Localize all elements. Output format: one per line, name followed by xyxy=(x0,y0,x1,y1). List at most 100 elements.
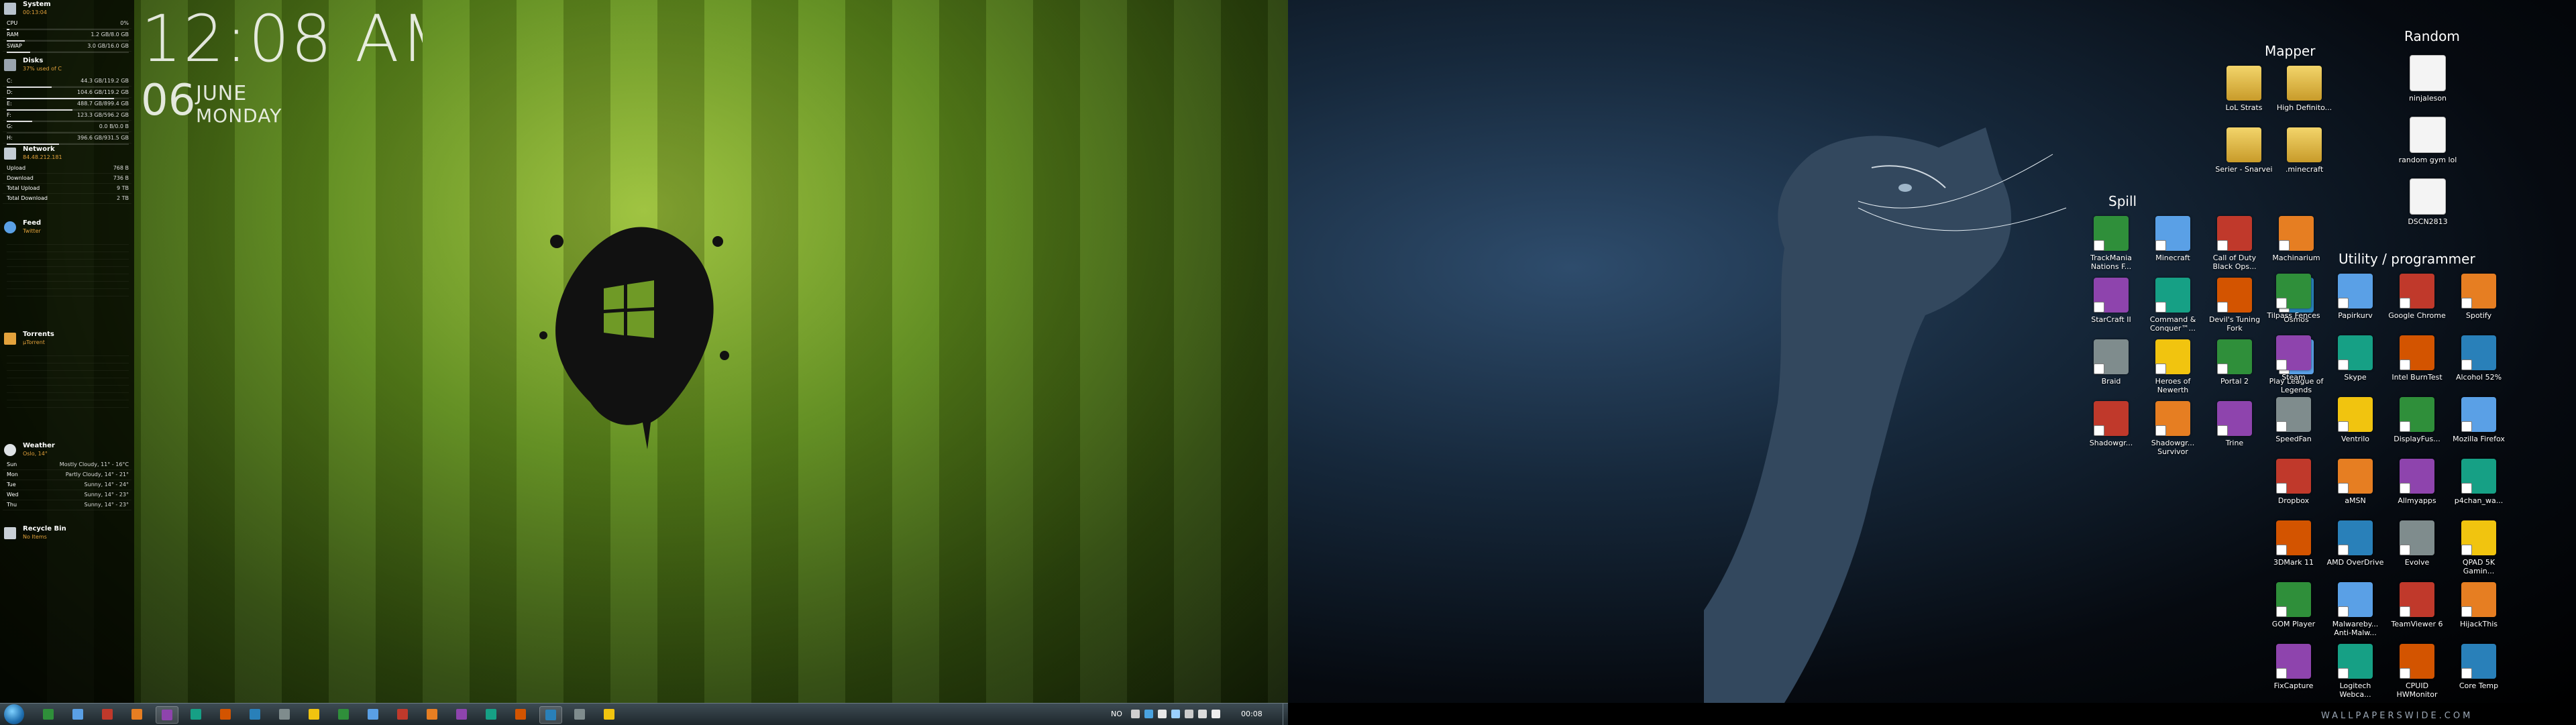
desktop-icon-amsn[interactable]: aMSN xyxy=(2325,459,2385,505)
language-indicator[interactable]: NO xyxy=(1111,710,1122,718)
icon-label: Steam xyxy=(2282,373,2306,382)
desktop-icon-speedfan[interactable]: SpeedFan xyxy=(2263,397,2324,443)
desktop-icon-high-definito[interactable]: High Definito... xyxy=(2274,66,2334,112)
desktop-icon-steam[interactable]: Steam xyxy=(2263,335,2324,382)
desktop-icon-portal-2[interactable]: Portal 2 xyxy=(2204,339,2265,386)
desktop-icon-devil-s-tuning-fork[interactable]: Devil's Tuning Fork xyxy=(2204,278,2265,333)
desktop-icon-papirkurv[interactable]: Papirkurv xyxy=(2325,274,2385,320)
taskbar-app-settings[interactable] xyxy=(598,706,620,722)
braid-icon xyxy=(2094,339,2129,374)
desktop-icon-malwareby-anti-malw[interactable]: Malwareby... Anti-Malw... xyxy=(2325,582,2385,637)
desktop-icon-p4chan-wa[interactable]: p4chan_wa... xyxy=(2449,459,2509,505)
desktop-icon-starcraft-ii[interactable]: StarCraft II xyxy=(2081,278,2141,324)
desktop-icon-spotify[interactable]: Spotify xyxy=(2449,274,2509,320)
desktop-icon-qpad-5k-gamin[interactable]: QPAD 5K Gamin... xyxy=(2449,520,2509,575)
stat-row: D: 104.6 GB/119.2 GB xyxy=(3,88,131,98)
taskbar-app-google-chrome[interactable] xyxy=(67,706,89,722)
desktop-icon-minecraft[interactable]: .minecraft xyxy=(2274,127,2334,174)
desktop-icon-ventrilo[interactable]: Ventrilo xyxy=(2325,397,2385,443)
taskbar-app-spotify[interactable] xyxy=(451,706,472,722)
desktop-icon-amd-overdrive[interactable]: AMD OverDrive xyxy=(2325,520,2385,567)
taskbar-app-firefox[interactable] xyxy=(97,706,118,722)
sidebar: System 00:13:04 CPU 0% RAM 1.2 GB/8.0 GB SWA… xyxy=(0,0,134,703)
desktop-icon-tilpass-fences[interactable]: Tilpass Fences xyxy=(2263,274,2324,320)
taskbar-app-sidebar[interactable] xyxy=(126,706,148,722)
icon-label: Papirkurv xyxy=(2338,311,2373,320)
desktop-icon-command-conquer[interactable]: Command & Conquer™... xyxy=(2143,278,2203,333)
show-desktop-button[interactable] xyxy=(1283,704,1289,725)
monitor-tray-icon[interactable] xyxy=(1185,710,1193,718)
desktop-icon-ninjaleson[interactable]: ninjaleson xyxy=(2398,55,2458,103)
desktop-icon-minecraft[interactable]: Minecraft xyxy=(2143,216,2203,262)
taskbar-app-utorrent[interactable] xyxy=(569,706,590,722)
taskbar-clock[interactable]: 00:08 xyxy=(1241,710,1263,718)
start-button[interactable] xyxy=(4,704,24,724)
taskbar-app-winamp[interactable] xyxy=(392,706,413,722)
recycle-bin-icon xyxy=(4,527,16,539)
desktop-icon-displayfus[interactable]: DisplayFus... xyxy=(2387,397,2447,443)
desktop-icon-skype[interactable]: Skype xyxy=(2325,335,2385,382)
desktop-icon-allmyapps[interactable]: Allmyapps xyxy=(2387,459,2447,505)
icon-label: GOM Player xyxy=(2271,620,2316,628)
desktop-icon-alcohol-52[interactable]: Alcohol 52% xyxy=(2449,335,2509,382)
desktop-icon-machinarium[interactable]: Machinarium xyxy=(2266,216,2326,262)
desktop-icon-shadowgr[interactable]: Shadowgr... xyxy=(2081,401,2141,447)
desktop-icon-lol-strats[interactable]: LoL Strats xyxy=(2214,66,2274,112)
desktop-icon-logitech-webca[interactable]: Logitech Webca... xyxy=(2325,644,2385,699)
desktop-icon-evolve[interactable]: Evolve xyxy=(2387,520,2447,567)
taskbar-app-core-temp[interactable] xyxy=(510,706,531,722)
taskbar-app-minecraft[interactable] xyxy=(303,706,325,722)
minecraft-icon xyxy=(2287,127,2322,162)
desktop-icon-hijackthis[interactable]: HijackThis xyxy=(2449,582,2509,628)
desktop-icon-gom-player[interactable]: GOM Player xyxy=(2263,582,2324,628)
desktop-icon-3dmark-11[interactable]: 3DMark 11 xyxy=(2263,520,2324,567)
desktop-icon-cpuid-hwmonitor[interactable]: CPUID HWMonitor xyxy=(2387,644,2447,699)
taskbar-app-opera[interactable] xyxy=(185,706,207,722)
icon-label: p4chan_wa... xyxy=(2454,496,2504,505)
desktop-icon-serier-snarvei[interactable]: Serier - Snarvei xyxy=(2214,127,2274,174)
taskbar-app-windows-explorer[interactable] xyxy=(38,706,59,722)
desktop-icon-dscn2813[interactable]: DSCN2813 xyxy=(2398,178,2458,226)
volume-icon[interactable] xyxy=(1212,710,1220,718)
taskbar-app-dropbox[interactable] xyxy=(156,706,178,724)
icon-label: Mozilla Firefox xyxy=(2453,435,2505,443)
tray-expand-icon[interactable] xyxy=(1131,710,1140,718)
dscn2813-icon xyxy=(2410,178,2446,215)
desktop-icon-dropbox[interactable]: Dropbox xyxy=(2263,459,2324,505)
desktop-icon-trine[interactable]: Trine xyxy=(2204,401,2265,447)
taskbar-app-trillian[interactable] xyxy=(539,706,562,724)
desktop-icon-fixcapture[interactable]: FixCapture xyxy=(2263,644,2324,690)
call-of-duty-black-ops-icon xyxy=(2217,216,2252,251)
desktop-icon-braid[interactable]: Braid xyxy=(2081,339,2141,386)
desktop-icon-shadowgr-survivor[interactable]: Shadowgr... Survivor xyxy=(2143,401,2203,456)
icon-label: HijackThis xyxy=(2459,620,2498,628)
desktop-icon-heroes-of-newerth[interactable]: Heroes of Newerth xyxy=(2143,339,2203,394)
bluetooth-icon[interactable] xyxy=(1171,710,1180,718)
stat-label: Total Upload xyxy=(7,185,40,191)
stat-value: 1.2 GB/8.0 GB xyxy=(91,32,129,38)
taskbar-app-photoshop[interactable] xyxy=(480,706,502,722)
taskbar-app-xbox[interactable] xyxy=(333,706,354,722)
desktop-icon-random-gym-lol[interactable]: random gym lol xyxy=(2398,117,2458,164)
desktop-icon-trackmania-nations-f[interactable]: TrackMania Nations F... xyxy=(2081,216,2141,271)
taskbar-app-chat[interactable] xyxy=(421,706,443,722)
desktop-icon-core-temp[interactable]: Core Temp xyxy=(2449,644,2509,690)
power-icon[interactable] xyxy=(1198,710,1207,718)
evolve-icon xyxy=(2400,520,2434,555)
taskbar-app-skype[interactable] xyxy=(244,706,266,722)
action-center-icon[interactable] xyxy=(1158,710,1167,718)
taskbar-app-notepad[interactable] xyxy=(274,706,295,722)
desktop-icon-intel-burntest[interactable]: Intel BurnTest xyxy=(2387,335,2447,382)
stat-row: Tue Sunny, 14° - 24° xyxy=(3,480,131,490)
taskbar-app-steam[interactable] xyxy=(215,706,236,722)
serier-snarvei-icon xyxy=(2226,127,2261,162)
taskbar-app-internet-explorer[interactable] xyxy=(362,706,384,722)
desktop-icon-teamviewer-6[interactable]: TeamViewer 6 xyxy=(2387,582,2447,628)
desktop-icon-mozilla-firefox[interactable]: Mozilla Firefox xyxy=(2449,397,2509,443)
desktop-icon-call-of-duty-black-ops[interactable]: Call of Duty Black Ops... xyxy=(2204,216,2265,271)
desktop-icon-google-chrome[interactable]: Google Chrome xyxy=(2387,274,2447,320)
network-tray-icon[interactable] xyxy=(1144,710,1153,718)
firefox-icon xyxy=(102,709,113,720)
system-tray: NO 00:08 xyxy=(1107,704,1288,725)
stat-value: Partly Cloudy, 14° - 21° xyxy=(65,471,129,478)
